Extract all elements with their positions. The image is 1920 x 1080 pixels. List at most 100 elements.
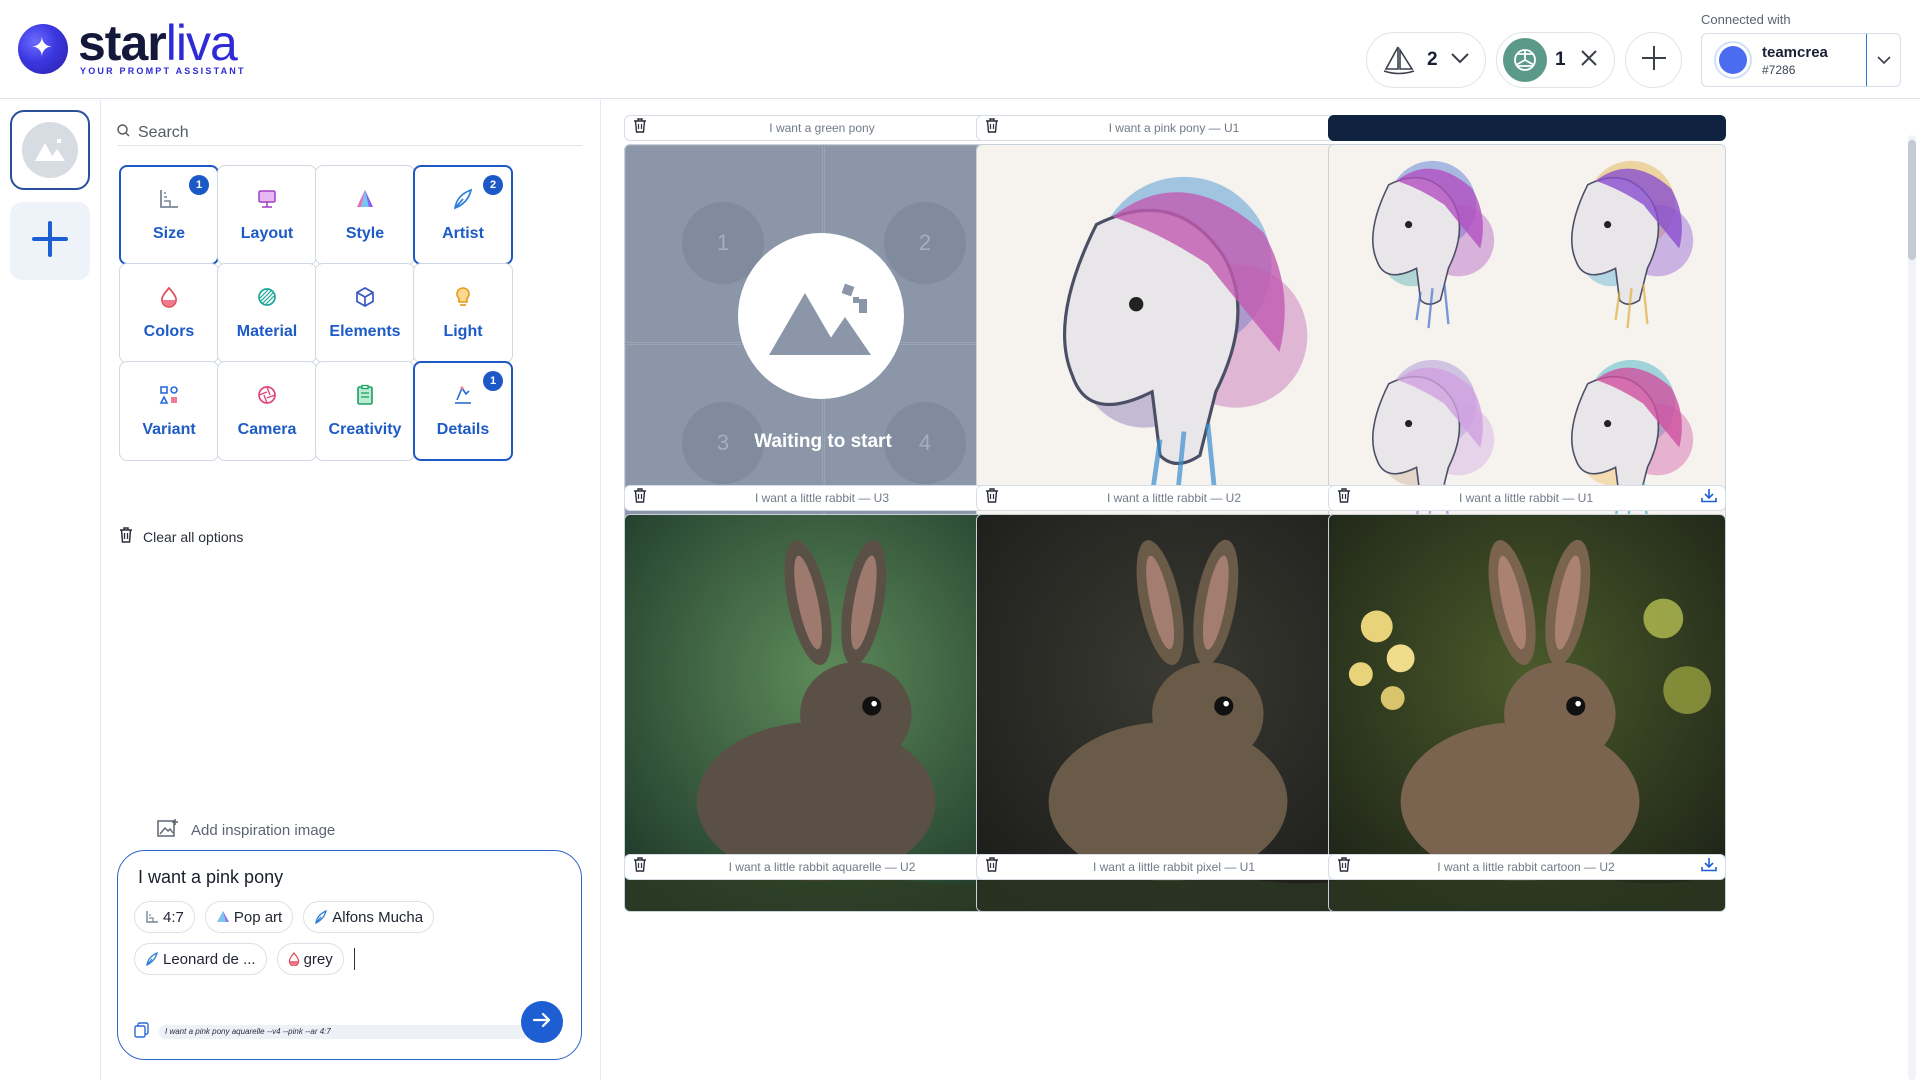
plus-icon xyxy=(30,219,70,264)
generated-prompt-text: I want a pink pony aquarelle --v4 --pink… xyxy=(159,1025,529,1039)
chevron-down-icon[interactable] xyxy=(1450,51,1470,69)
trash-icon[interactable] xyxy=(985,857,999,877)
prompt-chips: 4:7 Pop art Alfons Mucha Leonard de ... … xyxy=(134,901,564,975)
trash-icon[interactable] xyxy=(985,488,999,508)
image-card-header: I want a little rabbit — U2 xyxy=(976,485,1374,511)
chip-artist[interactable]: Leonard de ... xyxy=(134,943,267,975)
prompt-box[interactable]: I want a pink pony 4:7 Pop art Alfons Mu… xyxy=(117,850,582,1060)
generated-prompt: I want a pink pony aquarelle --v4 --pink… xyxy=(134,1021,529,1043)
copy-icon[interactable] xyxy=(134,1021,149,1043)
option-tile-colors[interactable]: Colors xyxy=(119,263,219,363)
starliva-logo[interactable]: starliva YOUR PROMPT ASSISTANT xyxy=(18,15,246,76)
plus-icon xyxy=(1640,44,1668,77)
option-tile-creativity[interactable]: Creativity xyxy=(315,361,415,461)
option-tile-label: Colors xyxy=(143,322,195,340)
midjourney-count: 2 xyxy=(1427,49,1438,70)
lightbulb-icon xyxy=(453,286,473,313)
text-cursor xyxy=(353,948,355,970)
trash-icon[interactable] xyxy=(633,118,647,138)
clear-all-options-button[interactable]: Clear all options xyxy=(119,527,243,546)
option-tile-camera[interactable]: Camera xyxy=(217,361,317,461)
option-tile-artist[interactable]: Artist 2 xyxy=(413,165,513,265)
image-card-title: I want a green pony xyxy=(769,121,875,135)
drop-icon xyxy=(288,952,300,966)
pen-nib-icon xyxy=(314,910,328,924)
option-tile-label: Light xyxy=(443,322,483,340)
waiting-image-card[interactable]: 1 2 3 4 Waiting to start xyxy=(624,144,1022,542)
generated-image[interactable] xyxy=(976,144,1374,542)
search-icon xyxy=(117,123,130,142)
gallery-scrollbar[interactable] xyxy=(1908,135,1916,1080)
image-card-header: I want a little rabbit pixel — U1 xyxy=(976,854,1374,880)
pen-nib-icon xyxy=(452,188,474,215)
discord-account-selector[interactable]: teamcrea #7286 xyxy=(1701,33,1901,87)
close-icon[interactable] xyxy=(1580,49,1598,72)
option-tile-label: Creativity xyxy=(328,420,402,438)
option-tile-label: Elements xyxy=(329,322,401,340)
send-button[interactable] xyxy=(521,1001,563,1043)
image-card-header: I want a little rabbit cartoon — U2 xyxy=(1328,854,1726,880)
clear-all-label: Clear all options xyxy=(143,528,244,545)
chip-color[interactable]: grey xyxy=(276,943,344,975)
sailboat-icon xyxy=(1377,38,1421,82)
option-tile-label: Material xyxy=(236,322,298,340)
left-rail xyxy=(0,100,101,1080)
option-tile-light[interactable]: Light xyxy=(413,263,513,363)
midjourney-selector[interactable]: 2 xyxy=(1366,32,1486,88)
discord-icon xyxy=(1714,41,1752,79)
download-icon[interactable] xyxy=(1701,488,1717,508)
clipboard-icon xyxy=(355,384,375,411)
generated-image[interactable] xyxy=(1328,514,1726,912)
option-tile-style[interactable]: Style xyxy=(315,165,415,265)
logo-mark-icon xyxy=(18,24,68,74)
image-card-title: I want a little rabbit pixel — U1 xyxy=(1092,860,1256,874)
logo-tagline: YOUR PROMPT ASSISTANT xyxy=(80,66,246,76)
trash-icon[interactable] xyxy=(1337,857,1351,877)
project-thumbnail[interactable] xyxy=(10,110,90,190)
aperture-icon xyxy=(256,384,278,411)
generated-image[interactable] xyxy=(624,514,1022,912)
trash-icon[interactable] xyxy=(1337,488,1351,508)
prompt-input[interactable]: I want a pink pony xyxy=(138,867,283,888)
discord-tag: #7286 xyxy=(1762,62,1796,77)
chip-artist[interactable]: Alfons Mucha xyxy=(303,901,435,933)
quadrant-number: 2 xyxy=(884,202,966,284)
add-inspiration-label: Add inspiration image xyxy=(191,821,336,839)
material-sphere-icon xyxy=(256,286,278,313)
trash-icon xyxy=(119,527,133,546)
option-tile-label: Variant xyxy=(142,420,196,438)
connected-label: Connected with xyxy=(1701,12,1791,27)
chatgpt-selector[interactable]: 1 xyxy=(1496,32,1615,88)
option-tile-variant[interactable]: Variant xyxy=(119,361,219,461)
pen-nib-icon xyxy=(145,952,159,966)
image-card-header: I want a little rabbit — U1 xyxy=(1328,485,1726,511)
new-project-button[interactable] xyxy=(10,202,90,280)
chevron-down-icon[interactable] xyxy=(1866,34,1900,86)
trash-icon[interactable] xyxy=(633,488,647,508)
option-tile-label: Style xyxy=(345,224,385,242)
chip-size[interactable]: 4:7 xyxy=(134,901,195,933)
chip-style[interactable]: Pop art xyxy=(204,901,294,933)
details-icon xyxy=(452,384,474,411)
image-card-header: I want a pink pony — U1 xyxy=(976,115,1374,141)
option-tile-details[interactable]: Details 1 xyxy=(413,361,513,461)
option-tile-layout[interactable]: Layout xyxy=(217,165,317,265)
image-card-title: I want a little rabbit cartoon — U2 xyxy=(1437,860,1615,874)
search-input[interactable] xyxy=(138,123,558,142)
ruler-icon xyxy=(145,910,159,924)
add-model-button[interactable] xyxy=(1625,32,1682,88)
generated-image[interactable] xyxy=(976,514,1374,912)
logo-wordmark: starliva xyxy=(78,15,238,71)
option-tile-material[interactable]: Material xyxy=(217,263,317,363)
image-placeholder-icon xyxy=(22,122,78,178)
add-image-icon xyxy=(157,818,179,842)
option-tile-size[interactable]: Size 1 xyxy=(119,165,219,265)
option-tile-elements[interactable]: Elements xyxy=(315,263,415,363)
add-inspiration-image-button[interactable]: Add inspiration image xyxy=(157,818,335,842)
trash-icon[interactable] xyxy=(985,118,999,138)
generated-image-grid[interactable] xyxy=(1328,144,1726,542)
scrollbar-thumb[interactable] xyxy=(1908,140,1916,260)
image-card-title: I want a little rabbit — U1 xyxy=(1458,491,1594,505)
download-icon[interactable] xyxy=(1701,857,1717,877)
trash-icon[interactable] xyxy=(633,857,647,877)
